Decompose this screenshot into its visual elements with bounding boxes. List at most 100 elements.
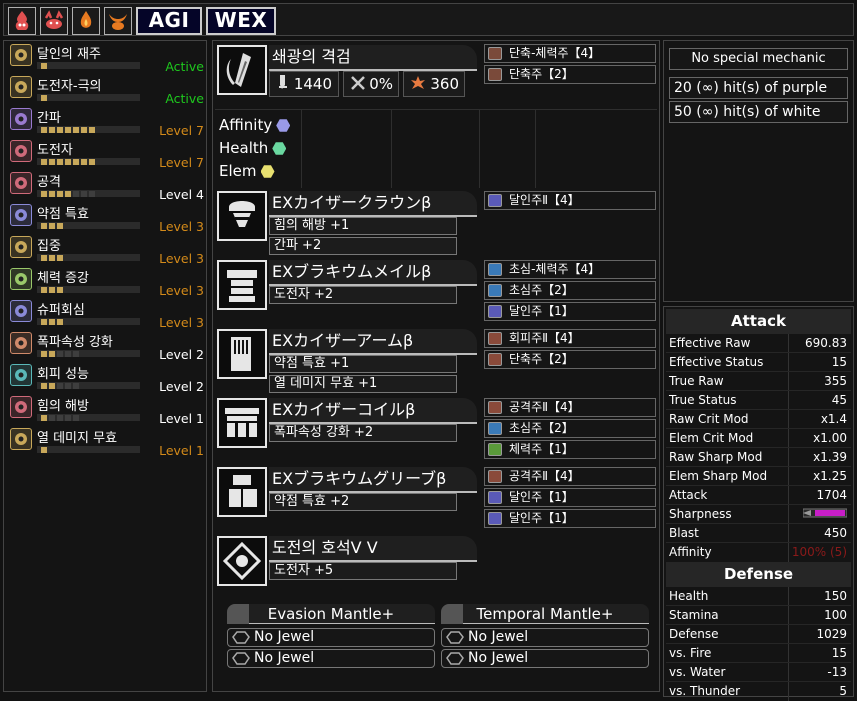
stat-label: Stamina: [669, 608, 719, 622]
mantle-icon: [441, 604, 463, 624]
decoration-slot[interactable]: 달인주【1】: [484, 302, 656, 321]
stat-value: 100: [824, 608, 847, 622]
skill-row[interactable]: 회피 성능 Level 2: [7, 363, 207, 394]
skill-row[interactable]: 힘의 해방 Level 1: [7, 395, 207, 426]
stat-label: True Status: [669, 393, 737, 407]
skill-row[interactable]: 열 데미지 무효 Level 1: [7, 427, 207, 458]
weapon-deco-slot[interactable]: 단축-체력주【4】: [484, 44, 656, 63]
agitator-icon: [10, 140, 32, 162]
mantle-2-jewel-2[interactable]: No Jewel: [441, 649, 649, 668]
decoration-slot[interactable]: 초심주【2】: [484, 419, 656, 438]
skill-name: 힘의 해방: [37, 399, 89, 414]
skill-level-label: Level 3: [159, 315, 204, 330]
armor-name[interactable]: 도전의 호석Ⅴ Ⅴ: [269, 536, 477, 562]
armor-name[interactable]: EXブラキウムメイルβ: [269, 260, 477, 286]
agi-tag[interactable]: AGI: [136, 7, 202, 35]
skill-level-pip: [81, 127, 87, 133]
attack-icon: [10, 172, 32, 194]
skill-row[interactable]: 슈퍼회심 Level 3: [7, 299, 207, 330]
decoration-slot[interactable]: 단축주【2】: [484, 350, 656, 369]
armor-skill: 도전자 +2: [269, 286, 457, 304]
skill-row[interactable]: 달인의 재주 Active: [7, 43, 207, 74]
armor-name[interactable]: EXカイザークラウンβ: [269, 191, 477, 217]
decoration-slot[interactable]: 체력주【1】: [484, 440, 656, 459]
decoration-slot[interactable]: 초심-체력주【4】: [484, 260, 656, 279]
flame-monster-icon[interactable]: [8, 7, 36, 35]
skill-row[interactable]: 공격 Level 4: [7, 171, 207, 202]
skill-level-pip: [65, 351, 71, 357]
skill-level-pip: [89, 191, 95, 197]
purple-hits-box: 20 (∞) hit(s) of purple: [669, 77, 848, 99]
decoration-slot[interactable]: 공격주Ⅱ【4】: [484, 398, 656, 417]
defense-section-title: Defense: [666, 562, 851, 586]
top-bar: AGI WEX: [3, 3, 854, 36]
skill-row[interactable]: 도전자-극의 Active: [7, 75, 207, 106]
mantle-1-jewel-1[interactable]: No Jewel: [227, 628, 435, 647]
skill-level-pip: [41, 191, 47, 197]
skill-row[interactable]: 약점 특효 Level 3: [7, 203, 207, 234]
stat-value: x1.25: [813, 469, 847, 483]
stat-value: x1.4: [820, 412, 847, 426]
white-hits-box: 50 (∞) hit(s) of white: [669, 101, 848, 123]
decoration-slot[interactable]: 달인주【1】: [484, 488, 656, 507]
armor-name[interactable]: EXカイザーコイルβ: [269, 398, 477, 424]
waist-icon[interactable]: [217, 398, 267, 448]
skill-level-label: Level 3: [159, 251, 204, 266]
charge-blade-icon[interactable]: [217, 45, 267, 95]
attack-stat-row: Effective Raw 690.83: [666, 333, 851, 353]
decoration-slot[interactable]: 회피주Ⅱ【4】: [484, 329, 656, 348]
skill-level-pip: [41, 319, 47, 325]
weapon-deco-slot[interactable]: 단축주【2】: [484, 65, 656, 84]
skill-level-label: Level 7: [159, 123, 204, 138]
arms-icon[interactable]: [217, 329, 267, 379]
skill-row[interactable]: 도전자 Level 7: [7, 139, 207, 170]
skill-row[interactable]: 폭파속성 강화 Level 2: [7, 331, 207, 362]
legs-icon[interactable]: [217, 467, 267, 517]
skill-level-pip: [41, 63, 47, 69]
skill-level-pip: [57, 127, 63, 133]
skill-level-pip: [89, 159, 95, 165]
armor-name[interactable]: EXブラキウムグリーブβ: [269, 467, 477, 493]
mantle-2-jewel-1[interactable]: No Jewel: [441, 628, 649, 647]
horned-monster-icon[interactable]: [104, 7, 132, 35]
skill-level-pip: [49, 255, 55, 261]
attack-stat-row: Raw Sharp Mod x1.39: [666, 447, 851, 467]
chest-icon[interactable]: [217, 260, 267, 310]
skill-row[interactable]: 집중 Level 3: [7, 235, 207, 266]
skill-level-bar: [37, 126, 140, 133]
helm-icon[interactable]: [217, 191, 267, 241]
skill-list-panel: 달인의 재주 Active 도전자-극의 Active 간파 Level 7 도전자 Leve…: [3, 40, 207, 692]
mantle-1-jewel-2[interactable]: No Jewel: [227, 649, 435, 668]
decoration-slot[interactable]: 달인주【1】: [484, 509, 656, 528]
decoration-slot[interactable]: 달인주Ⅱ【4】: [484, 191, 656, 210]
skill-level-pip: [49, 287, 55, 293]
stat-label: Attack: [669, 488, 708, 502]
skill-row[interactable]: 체력 증강 Level 3: [7, 267, 207, 298]
weapon-name[interactable]: 쇄광의 격검: [269, 45, 477, 71]
stat-label: Defense: [669, 627, 719, 641]
skill-name: 열 데미지 무효: [37, 431, 118, 446]
skill-level-bar: [37, 286, 140, 293]
critical-boost-icon: [10, 300, 32, 322]
stat-value: 45: [831, 393, 847, 407]
skill-level-pip: [57, 351, 63, 357]
skill-row[interactable]: 간파 Level 7: [7, 107, 207, 138]
decoration-slot[interactable]: 초심주【2】: [484, 281, 656, 300]
skill-level-pip: [73, 159, 79, 165]
elem-rampage-row: Elem: [219, 162, 275, 180]
stat-value: 1704: [816, 488, 847, 502]
skill-level-label: Level 1: [159, 443, 204, 458]
defense-stat-row: vs. Fire 15: [666, 643, 851, 663]
decoration-slot[interactable]: 공격주Ⅱ【4】: [484, 467, 656, 486]
stat-value: 15: [831, 355, 847, 369]
charm-icon[interactable]: [217, 536, 267, 586]
armor-name[interactable]: EXカイザーアームβ: [269, 329, 477, 355]
crab-monster-icon[interactable]: [40, 7, 68, 35]
fire-monster-icon[interactable]: [72, 7, 100, 35]
wex-tag[interactable]: WEX: [206, 7, 276, 35]
skill-level-pip: [49, 127, 55, 133]
mantle-1-title[interactable]: Evasion Mantle+: [227, 604, 435, 624]
mantle-2-title[interactable]: Temporal Mantle+: [441, 604, 649, 624]
attack-stat-row: Effective Status 15: [666, 352, 851, 372]
decoration-icon: [488, 305, 502, 318]
